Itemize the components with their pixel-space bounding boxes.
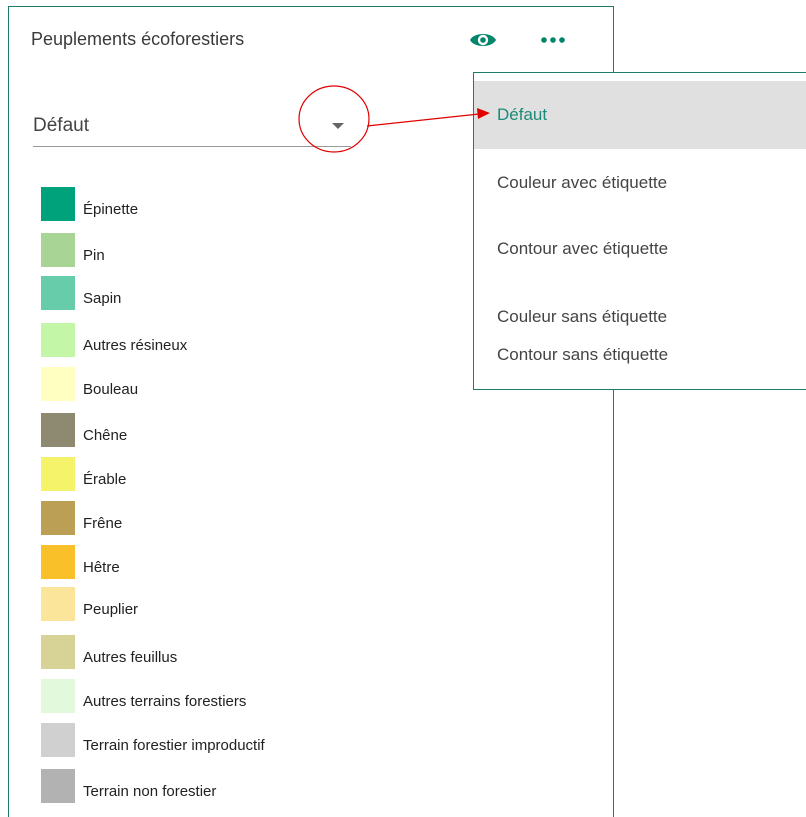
legend-item: Frêne: [41, 501, 361, 535]
more-icon[interactable]: [539, 35, 569, 45]
legend-item: Épinette: [41, 187, 361, 221]
legend-label: Frêne: [83, 515, 123, 532]
menu-item-contour-sans-etiquette[interactable]: Contour sans étiquette: [474, 321, 806, 389]
style-select-value: Défaut: [33, 115, 89, 136]
menu-item-label: Contour avec étiquette: [497, 239, 669, 258]
legend-label: Hêtre: [83, 559, 120, 576]
legend-item: Érable: [41, 457, 361, 491]
legend-swatch: [41, 545, 75, 579]
legend-label: Peuplier: [83, 601, 139, 618]
legend-label: Sapin: [83, 290, 122, 307]
legend-swatch: [41, 367, 75, 401]
eye-icon[interactable]: [469, 30, 497, 50]
legend-label: Terrain forestier improductif: [83, 737, 265, 754]
caret-down-icon: [332, 123, 344, 129]
legend-swatch: [41, 323, 75, 357]
legend-swatch: [41, 457, 75, 491]
legend-swatch: [41, 276, 75, 310]
panel-title: Peuplements écoforestiers: [31, 29, 245, 49]
legend-swatch: [41, 769, 75, 803]
legend-label: Autres résineux: [83, 337, 188, 354]
legend-item: Autres résineux: [41, 323, 361, 357]
legend-label: Bouleau: [83, 381, 139, 398]
legend-swatch: [41, 233, 75, 267]
legend-swatch: [41, 635, 75, 669]
legend-label: Chêne: [83, 427, 128, 444]
legend-item: Autres feuillus: [41, 635, 361, 669]
legend-swatch: [41, 413, 75, 447]
legend-swatch: [41, 187, 75, 221]
menu-item-label: Couleur avec étiquette: [497, 173, 668, 192]
menu-item-contour-avec-etiquette[interactable]: Contour avec étiquette: [474, 215, 806, 283]
legend-item: Peuplier: [41, 587, 361, 621]
legend-swatch: [41, 501, 75, 535]
legend-label: Pin: [83, 247, 105, 264]
style-dropdown-menu: Défaut Couleur avec étiquette Contour av…: [473, 72, 806, 390]
menu-item-label: Contour sans étiquette: [497, 345, 669, 364]
legend-label: Autres terrains forestiers: [83, 693, 247, 710]
legend-item: Hêtre: [41, 545, 361, 579]
legend-item: Pin: [41, 233, 361, 267]
legend-swatch: [41, 587, 75, 621]
legend-item: Bouleau: [41, 367, 361, 401]
style-select[interactable]: Défaut: [33, 103, 351, 147]
legend-label: Épinette: [83, 201, 139, 218]
menu-item-label: Défaut: [497, 105, 548, 124]
legend-swatch: [41, 723, 75, 757]
legend-item: Terrain forestier improductif: [41, 723, 361, 757]
legend-label: Autres feuillus: [83, 649, 178, 666]
menu-item-couleur-avec-etiquette[interactable]: Couleur avec étiquette: [474, 149, 806, 217]
legend-swatch: [41, 679, 75, 713]
legend-item: Sapin: [41, 276, 361, 310]
menu-item-defaut[interactable]: Défaut: [474, 81, 806, 149]
legend-item: Terrain non forestier: [41, 769, 361, 803]
legend-item: Autres terrains forestiers: [41, 679, 361, 713]
legend-label: Érable: [83, 471, 127, 488]
legend-label: Terrain non forestier: [83, 783, 217, 800]
legend-item: Chêne: [41, 413, 361, 447]
